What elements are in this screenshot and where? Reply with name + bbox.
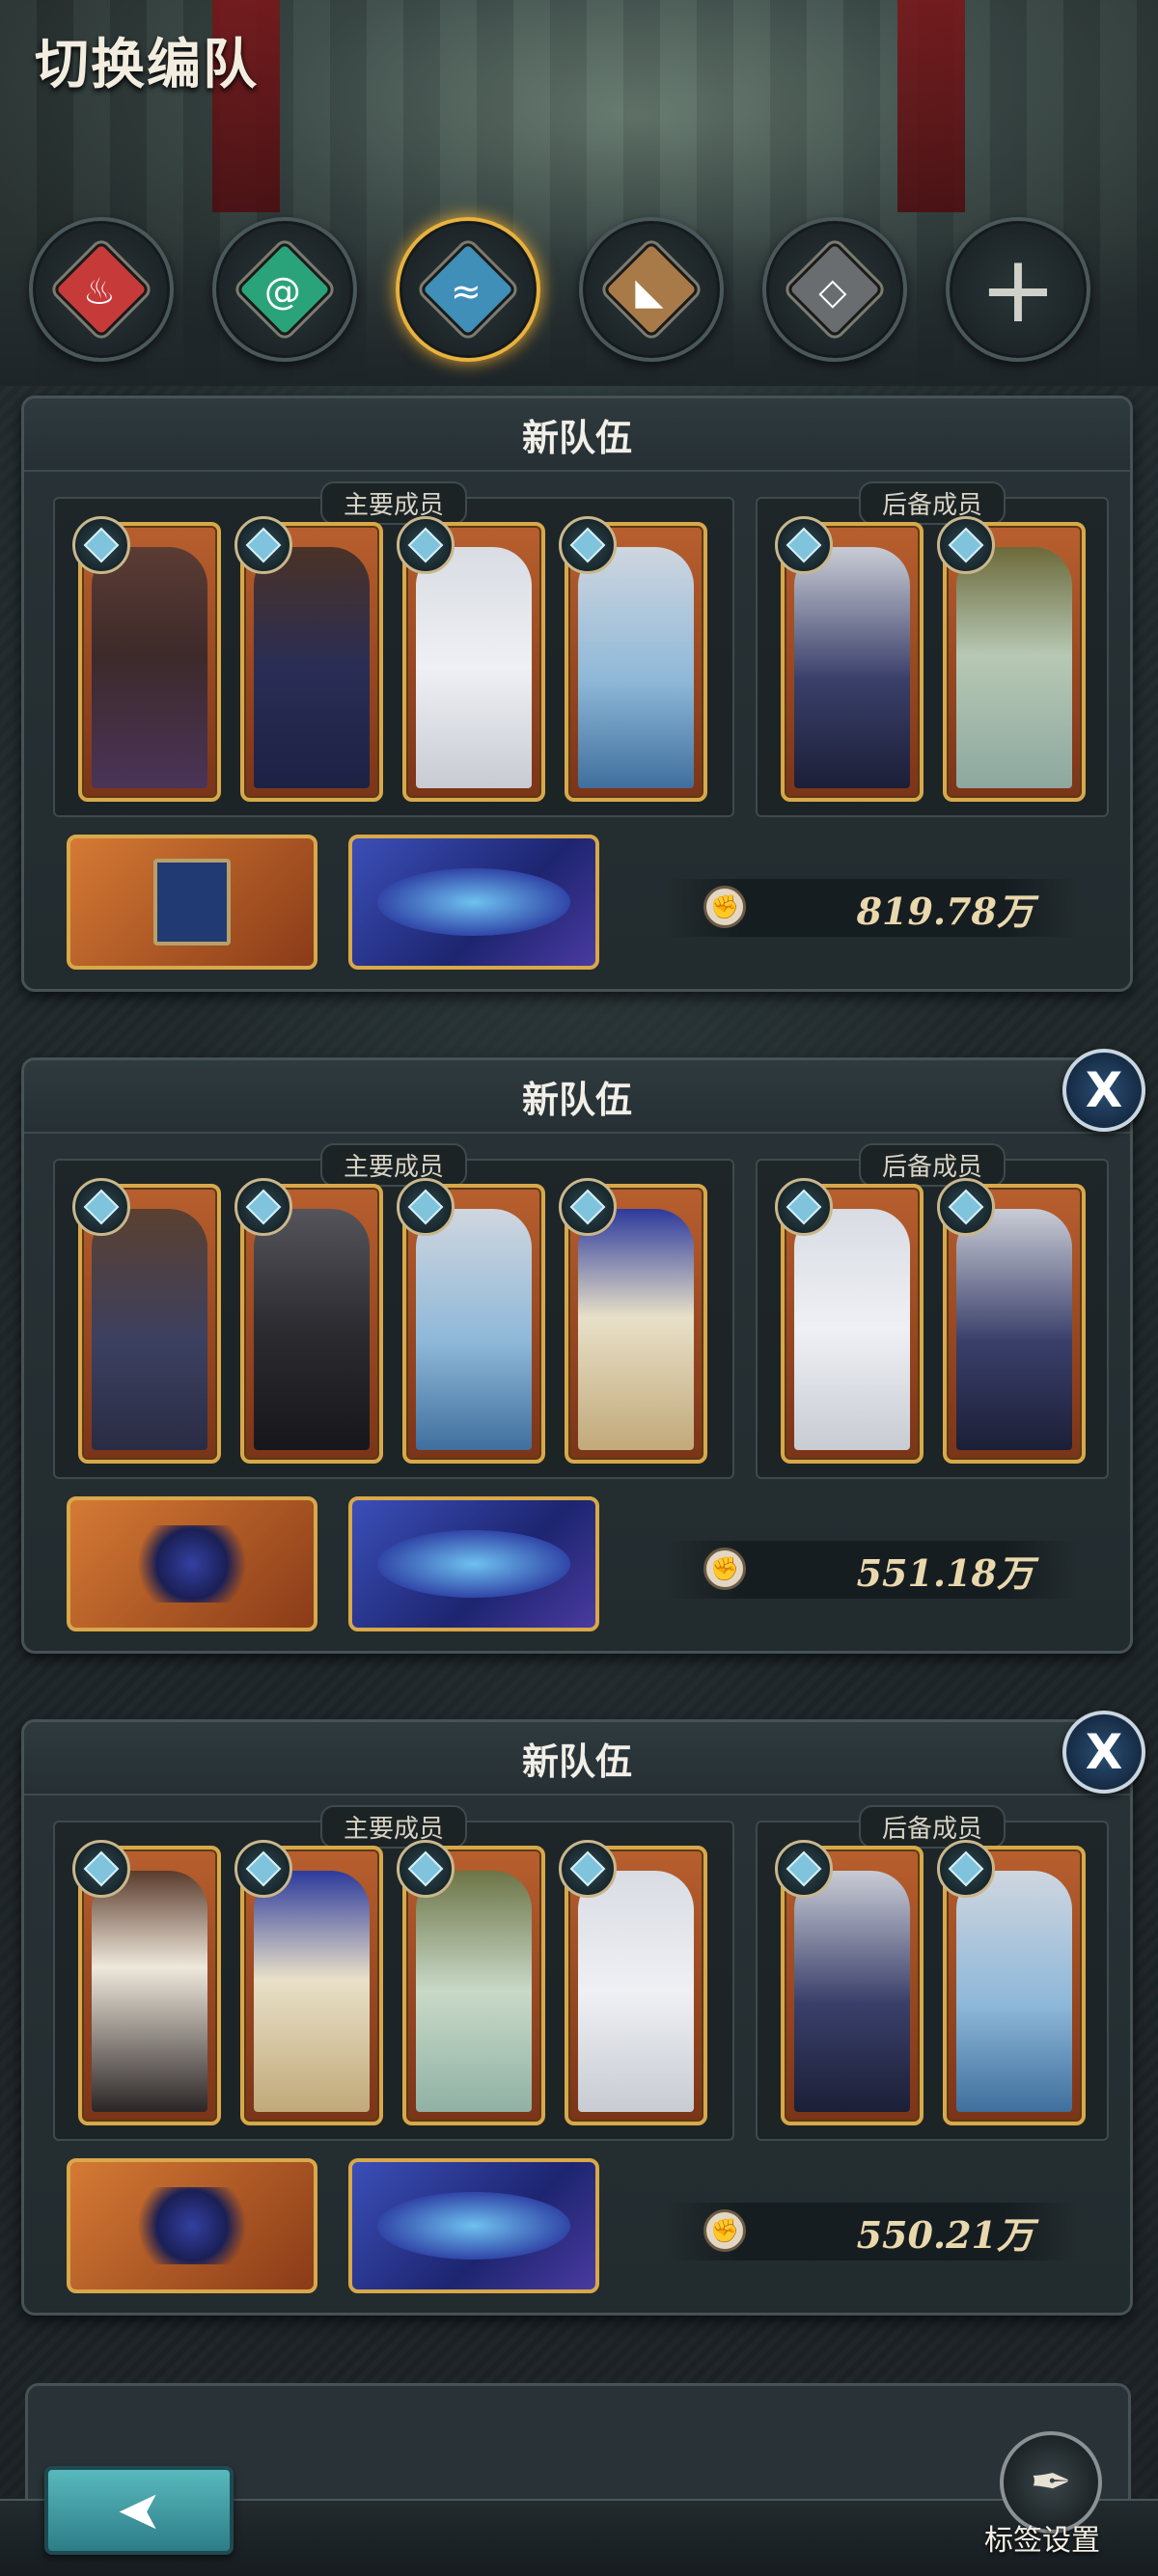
main-members-label: 主要成员: [319, 1805, 468, 1849]
water-element-icon: [559, 1178, 617, 1236]
team-panel[interactable]: 新队伍 主要成员 后备成员 ✊ 819.78万: [21, 396, 1133, 992]
water-element-icon: [234, 516, 292, 574]
element-tab-wind[interactable]: @: [212, 217, 357, 362]
fist-icon: ✊: [703, 886, 746, 928]
team-power: ✊ 550.21万: [665, 2203, 1080, 2261]
team-panel[interactable]: 新队伍 X 主要成员 后备成员 ✊ 551.18万: [21, 1049, 1145, 1654]
reserve-members-label: 后备成员: [858, 1805, 1006, 1849]
character-portrait: [794, 547, 910, 788]
water-element-icon: [72, 516, 130, 574]
fist-icon: ✊: [703, 1548, 746, 1590]
delete-team-button[interactable]: X: [1062, 1711, 1145, 1794]
character-portrait: [578, 1871, 694, 2112]
character-portrait: [92, 1871, 207, 2112]
power-value: 551.18万: [856, 1550, 1034, 1595]
character-portrait: [254, 547, 370, 788]
team-header: 新队伍: [24, 1060, 1130, 1134]
water-element-icon: [397, 1178, 455, 1236]
delete-team-button[interactable]: X: [1062, 1049, 1145, 1132]
team-header: 新队伍: [24, 1722, 1130, 1795]
team-panel[interactable]: 新队伍 X 主要成员 后备成员 ✊ 550.21万: [21, 1711, 1145, 2316]
summon-slot[interactable]: [348, 1496, 599, 1631]
character-portrait: [416, 1871, 532, 2112]
add-icon: +: [979, 235, 1058, 343]
back-button[interactable]: ➤: [44, 2466, 234, 2555]
summon-slot[interactable]: [348, 835, 599, 970]
character-portrait: [578, 1209, 694, 1450]
element-tab-earth[interactable]: ◣: [579, 217, 724, 362]
water-element-icon: [775, 516, 833, 574]
character-portrait: [92, 547, 207, 788]
character-portrait: [254, 1871, 370, 2112]
wind-element-icon: @: [235, 240, 334, 339]
water-element-icon: [397, 516, 455, 574]
character-portrait: [92, 1209, 207, 1450]
spear-icon: [124, 2187, 260, 2264]
power-value: 550.21万: [856, 2212, 1034, 2257]
character-portrait: [254, 1209, 370, 1450]
team-name: 新队伍: [521, 1077, 632, 1121]
neutral-element-icon: ◇: [786, 240, 884, 339]
book-icon: [153, 859, 231, 945]
character-portrait: [578, 547, 694, 788]
character-portrait: [416, 1209, 532, 1450]
water-element-icon: [234, 1840, 292, 1898]
water-element-icon: [559, 516, 617, 574]
water-element-icon: [937, 516, 995, 574]
equipment-slot[interactable]: [67, 2158, 317, 2293]
character-portrait: [794, 1871, 910, 2112]
whale-icon: [377, 1530, 570, 1598]
quill-icon: ✒: [1030, 2453, 1072, 2511]
equipment-slot[interactable]: [67, 1496, 317, 1631]
water-element-icon: [72, 1178, 130, 1236]
water-element-icon: [72, 1840, 130, 1898]
whale-icon: [377, 2192, 570, 2260]
element-tab-neutral[interactable]: ◇: [762, 217, 907, 362]
character-portrait: [956, 1871, 1072, 2112]
main-members-label: 主要成员: [319, 1143, 468, 1187]
add-team-button[interactable]: +: [946, 217, 1090, 362]
spear-icon: [124, 1525, 260, 1603]
team-power: ✊ 551.18万: [665, 1541, 1080, 1599]
back-arrow-icon: ➤: [116, 2479, 162, 2542]
element-tab-water[interactable]: ≈: [396, 217, 540, 362]
character-portrait: [956, 1209, 1072, 1450]
team-name: 新队伍: [521, 415, 632, 459]
element-tab-fire[interactable]: ♨: [29, 217, 174, 362]
team-header: 新队伍: [24, 398, 1130, 472]
water-element-icon: ≈: [419, 240, 517, 339]
fire-element-icon: ♨: [52, 240, 151, 339]
main-members-label: 主要成员: [319, 481, 468, 525]
water-element-icon: [234, 1178, 292, 1236]
team-name: 新队伍: [521, 1739, 632, 1783]
character-portrait: [416, 547, 532, 788]
summon-slot[interactable]: [348, 2158, 599, 2293]
fist-icon: ✊: [703, 2209, 746, 2252]
element-filter-bar: ♨ @ ≈ ◣ ◇ +: [29, 217, 1139, 362]
equipment-slot[interactable]: [67, 835, 317, 970]
earth-element-icon: ◣: [602, 240, 701, 339]
water-element-icon: [559, 1840, 617, 1898]
page-title: 切换编队: [35, 33, 259, 96]
water-element-icon: [775, 1840, 833, 1898]
team-power: ✊ 819.78万: [665, 879, 1080, 937]
power-value: 819.78万: [856, 889, 1034, 933]
whale-icon: [377, 868, 570, 936]
character-portrait: [794, 1209, 910, 1450]
water-element-icon: [775, 1178, 833, 1236]
character-portrait: [956, 547, 1072, 788]
tag-settings-label[interactable]: 标签设置: [984, 2516, 1100, 2559]
reserve-members-label: 后备成员: [858, 1143, 1006, 1187]
water-element-icon: [397, 1840, 455, 1898]
water-element-icon: [937, 1840, 995, 1898]
reserve-members-label: 后备成员: [858, 481, 1006, 525]
water-element-icon: [937, 1178, 995, 1236]
red-banner: [897, 0, 965, 212]
